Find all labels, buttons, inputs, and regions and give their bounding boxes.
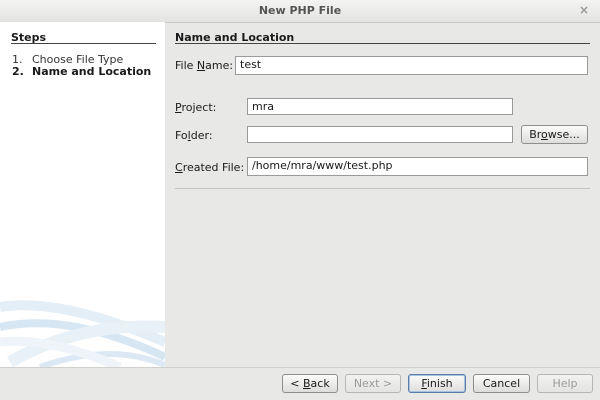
finish-button[interactable]: Finish bbox=[408, 374, 466, 393]
form-divider bbox=[175, 188, 590, 189]
step-number: 2. bbox=[12, 65, 24, 78]
cancel-button[interactable]: Cancel bbox=[473, 374, 530, 393]
step-item-name-and-location: 2. Name and Location bbox=[12, 65, 151, 78]
file-name-input[interactable]: test bbox=[235, 56, 588, 75]
steps-panel: Steps 1. Choose File Type 2. Name and Loca… bbox=[0, 22, 165, 367]
browse-button[interactable]: Browse... bbox=[521, 125, 588, 144]
close-icon[interactable]: × bbox=[579, 3, 589, 17]
folder-input[interactable] bbox=[247, 126, 513, 143]
created-file-label: Created File: bbox=[175, 161, 245, 174]
button-bar-divider bbox=[0, 367, 600, 368]
back-button[interactable]: < Back bbox=[282, 374, 338, 393]
panel-title-divider bbox=[175, 43, 590, 44]
file-name-label: File Name: bbox=[175, 59, 234, 72]
new-php-file-dialog: New PHP File × Steps 1. Choose File Type … bbox=[0, 0, 600, 400]
folder-label: Folder: bbox=[175, 129, 213, 142]
project-label: Project: bbox=[175, 101, 217, 114]
decorative-swoosh-graphic bbox=[0, 300, 165, 367]
step-label: Name and Location bbox=[32, 65, 152, 78]
project-field[interactable]: mra bbox=[247, 98, 513, 115]
created-file-field[interactable]: /home/mra/www/test.php bbox=[247, 157, 588, 176]
window-title: New PHP File bbox=[258, 4, 342, 17]
steps-divider bbox=[11, 43, 156, 44]
title-bar[interactable]: New PHP File × bbox=[0, 0, 600, 23]
next-button[interactable]: Next > bbox=[345, 374, 401, 393]
help-button[interactable]: Help bbox=[537, 374, 593, 393]
